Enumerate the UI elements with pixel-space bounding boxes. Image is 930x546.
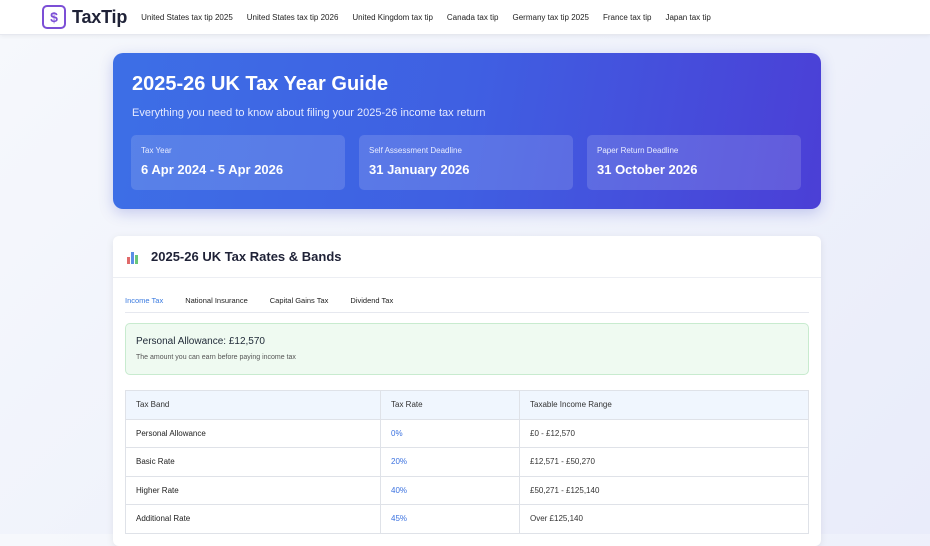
nav-link-france[interactable]: France tax tip — [603, 13, 651, 22]
table-header-row: Tax Band Tax Rate Taxable Income Range — [125, 390, 809, 420]
top-navigation-bar: $ TaxTip United States tax tip 2025 Unit… — [0, 0, 930, 35]
tax-band-cell: Higher Rate — [125, 475, 381, 505]
column-header: Tax Band — [125, 390, 381, 420]
card-value: 6 Apr 2024 - 5 Apr 2026 — [141, 162, 284, 177]
nav-link-uk[interactable]: United Kingdom tax tip — [352, 13, 433, 22]
tax-year-card: Tax Year 6 Apr 2024 - 5 Apr 2026 — [131, 135, 345, 190]
income-range-cell: Over £125,140 — [519, 504, 809, 534]
card-label: Self Assessment Deadline — [369, 146, 462, 155]
tax-bands-table: Tax Band Tax Rate Taxable Income Range P… — [125, 390, 809, 534]
rates-title: 2025-26 UK Tax Rates & Bands — [151, 249, 342, 264]
tab-income-tax[interactable]: Income Tax — [125, 291, 163, 312]
card-value: 31 October 2026 — [597, 162, 698, 177]
income-range-cell: £0 - £12,570 — [519, 418, 809, 448]
card-label: Paper Return Deadline — [597, 146, 679, 155]
card-value: 31 January 2026 — [369, 162, 470, 177]
income-range-cell: £12,571 - £50,270 — [519, 447, 809, 477]
column-header: Tax Rate — [380, 390, 520, 420]
personal-allowance-box: Personal Allowance: £12,570 The amount y… — [125, 323, 809, 375]
tax-band-cell: Personal Allowance — [125, 418, 381, 448]
tax-rates-card: 2025-26 UK Tax Rates & Bands Income Tax … — [113, 236, 821, 546]
nav-link-canada[interactable]: Canada tax tip — [447, 13, 499, 22]
main-nav: United States tax tip 2025 United States… — [141, 13, 725, 22]
logo-text: TaxTip — [72, 6, 128, 27]
tax-rate-cell: 20% — [380, 447, 520, 477]
tab-dividend-tax[interactable]: Dividend Tax — [350, 291, 393, 312]
allowance-title: Personal Allowance: £12,570 — [136, 336, 265, 347]
paper-return-deadline-card: Paper Return Deadline 31 October 2026 — [587, 135, 801, 190]
tax-rate-cell: 0% — [380, 418, 520, 448]
allowance-description: The amount you can earn before paying in… — [136, 354, 296, 361]
table-row: Personal Allowance 0% £0 - £12,570 — [125, 418, 809, 448]
nav-link-germany-2025[interactable]: Germany tax tip 2025 — [513, 13, 589, 22]
tax-band-cell: Basic Rate — [125, 447, 381, 477]
table-row: Basic Rate 20% £12,571 - £50,270 — [125, 447, 809, 477]
nav-link-japan[interactable]: Japan tax tip — [665, 13, 710, 22]
tab-capital-gains-tax[interactable]: Capital Gains Tax — [270, 291, 329, 312]
tax-bands-table-wrapper: Tax Band Tax Rate Taxable Income Range P… — [125, 390, 809, 534]
tab-national-insurance[interactable]: National Insurance — [185, 291, 248, 312]
hero-title: 2025-26 UK Tax Year Guide — [132, 73, 389, 95]
column-header: Taxable Income Range — [519, 390, 809, 420]
key-dates: Tax Year 6 Apr 2024 - 5 Apr 2026 Self As… — [131, 135, 815, 190]
nav-link-us-2025[interactable]: United States tax tip 2025 — [141, 13, 233, 22]
nav-link-us-2026[interactable]: United States tax tip 2026 — [247, 13, 339, 22]
logo[interactable]: $ TaxTip — [42, 5, 127, 29]
tax-type-tabs: Income Tax National Insurance Capital Ga… — [125, 291, 809, 313]
card-label: Tax Year — [141, 146, 172, 155]
tax-band-cell: Additional Rate — [125, 504, 381, 534]
table-row: Higher Rate 40% £50,271 - £125,140 — [125, 475, 809, 505]
income-range-cell: £50,271 - £125,140 — [519, 475, 809, 505]
table-row: Additional Rate 45% Over £125,140 — [125, 504, 809, 534]
dollar-icon: $ — [42, 5, 66, 29]
hero-banner: 2025-26 UK Tax Year Guide Everything you… — [113, 53, 821, 209]
tax-rate-cell: 40% — [380, 475, 520, 505]
bar-chart-icon — [127, 250, 141, 264]
hero-subtitle: Everything you need to know about filing… — [132, 107, 486, 119]
self-assessment-deadline-card: Self Assessment Deadline 31 January 2026 — [359, 135, 573, 190]
rates-header: 2025-26 UK Tax Rates & Bands — [113, 236, 821, 278]
tax-rate-cell: 45% — [380, 504, 520, 534]
